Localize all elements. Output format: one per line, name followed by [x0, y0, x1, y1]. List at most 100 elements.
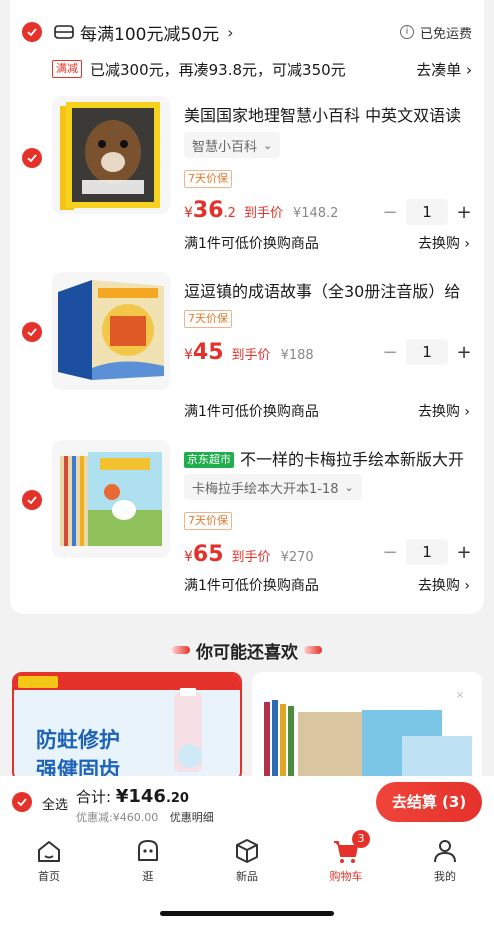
increase-button[interactable]: + [454, 202, 474, 223]
item-checkbox[interactable] [22, 490, 42, 510]
product-title[interactable]: 逗逗镇的成语故事（全30册注音版）给 [184, 278, 476, 302]
explore-icon [138, 840, 158, 861]
tab-profile[interactable]: 我的 [415, 836, 475, 884]
coupon-icon [54, 25, 74, 39]
price-integer: 45 [192, 340, 224, 365]
ad-headline-1: 防蛀修护 [36, 728, 120, 752]
discount-summary: 优惠减:¥460.00 优惠明细 [76, 809, 214, 825]
checkout-button[interactable]: 去结算 (3) [376, 782, 482, 822]
books-ad-image: × [252, 672, 482, 782]
decor-pill-icon [304, 646, 322, 654]
tab-explore[interactable]: 逛 [118, 836, 178, 884]
select-all-checkbox[interactable] [12, 792, 32, 812]
info-icon[interactable]: i [399, 25, 414, 39]
decrease-button[interactable]: − [380, 342, 400, 363]
increase-button[interactable]: + [454, 342, 474, 363]
price-integer: 65 [192, 542, 224, 567]
spec-selector[interactable]: 智慧小百科 ⌄ [184, 132, 281, 158]
price-decimal: .2 [223, 206, 236, 221]
tab-cart[interactable]: 3 购物车 [316, 830, 376, 884]
original-price: ¥270 [280, 550, 314, 565]
check-icon [27, 496, 37, 505]
tab-label: 首页 [38, 870, 60, 883]
exchange-row: 满1件可低价换购商品 去换购 › [184, 232, 470, 254]
promo-link[interactable]: 每满100元减50元 › [54, 20, 234, 45]
product-image[interactable] [52, 440, 170, 558]
tab-label: 购物车 [329, 870, 363, 883]
item-checkbox[interactable] [22, 148, 42, 168]
chevron-down-icon: ⌄ [263, 138, 273, 152]
total-label: 合计: [76, 788, 112, 806]
quantity-stepper: − 1 + [380, 338, 474, 366]
bottom-tab-bar: 首页 逛 新品 3 购物车 我的 [0, 828, 494, 926]
promo-text: 每满100元减50元 [80, 24, 220, 45]
product-title[interactable]: 美国国家地理智慧小百科 中英文双语读 [184, 102, 476, 126]
price-label: 到手价 [231, 348, 271, 363]
total-decimal: .20 [165, 791, 189, 806]
item-checkbox[interactable] [22, 322, 42, 342]
add-on-link[interactable]: 去凑单 › [416, 59, 472, 80]
quantity-input[interactable]: 1 [406, 339, 448, 365]
discount-message: 已减300元，再凑93.8元，可减350元 [90, 60, 346, 79]
price-label: 到手价 [243, 206, 283, 221]
spec-label: 智慧小百科 [192, 139, 258, 155]
currency-symbol: ¥ [184, 205, 193, 221]
spec-label: 卡梅拉手绘本大开本1-18 [192, 481, 339, 497]
recommend-title: 你可能还喜欢 [196, 643, 298, 663]
shipping-status: i 已免运费 [399, 23, 472, 42]
tab-new[interactable]: 新品 [217, 836, 277, 884]
increase-button[interactable]: + [454, 542, 474, 563]
shop-checkbox[interactable] [22, 22, 42, 42]
exchange-link[interactable]: 去换购 › [418, 575, 470, 595]
recommend-card-toothpaste[interactable]: 防蛀修护 强健固齿 [12, 672, 242, 782]
exchange-link[interactable]: 去换购 › [418, 401, 470, 421]
book-cover-image [52, 96, 170, 214]
home-indicator[interactable] [160, 911, 334, 916]
product-image[interactable] [52, 96, 170, 214]
check-icon [27, 154, 37, 163]
cart-card: 每满100元减50元 › i 已免运费 满减 已减300元，再凑93.8元，可减… [10, 0, 484, 614]
quantity-input[interactable]: 1 [406, 199, 448, 225]
exchange-row: 满1件可低价换购商品 去换购 › [184, 574, 470, 596]
price-row: ¥ 36 .2 到手价 ¥148.2 [184, 198, 338, 224]
decor-pill-icon [172, 646, 190, 654]
price-row: ¥ 65 到手价 ¥270 [184, 542, 314, 568]
exchange-text: 满1件可低价换购商品 [184, 578, 319, 594]
select-all-label[interactable]: 全选 [42, 794, 68, 813]
tab-label: 我的 [434, 870, 456, 883]
price-integer: 36 [192, 198, 224, 223]
box-icon [236, 839, 258, 863]
decrease-button[interactable]: − [380, 542, 400, 563]
tab-home[interactable]: 首页 [19, 836, 79, 884]
total-integer: ¥146 [115, 786, 166, 807]
decrease-button[interactable]: − [380, 202, 400, 223]
recommend-heading: 你可能还喜欢 [0, 638, 494, 663]
quantity-stepper: − 1 + [380, 538, 474, 566]
price-row: ¥ 45 到手价 ¥188 [184, 340, 314, 366]
svg-text:×: × [456, 690, 464, 701]
original-price: ¥188 [280, 348, 314, 363]
recommend-card-books[interactable]: × [252, 672, 482, 782]
discount-bar: 满减 已减300元，再凑93.8元，可减350元 去凑单 › [52, 58, 472, 80]
quantity-input[interactable]: 1 [406, 539, 448, 565]
exchange-link[interactable]: 去换购 › [418, 233, 470, 253]
spec-selector[interactable]: 卡梅拉手绘本大开本1-18 ⌄ [184, 474, 362, 500]
user-icon [434, 840, 456, 863]
book-box-image [52, 272, 170, 390]
price-protect-badge: 7天价保 [184, 512, 232, 530]
product-image[interactable] [52, 272, 170, 390]
price-protect-badge: 7天价保 [184, 170, 232, 188]
price-label: 到手价 [231, 550, 271, 565]
total-amount: 合计: ¥146.20 [76, 786, 189, 807]
discount-detail-link[interactable]: 优惠明细 [170, 811, 214, 824]
chevron-right-icon: › [227, 22, 234, 42]
shop-header: 每满100元减50元 › i 已免运费 [22, 20, 472, 45]
checkout-bar: 全选 合计: ¥146.20 优惠减:¥460.00 优惠明细 去结算 (3) [0, 776, 494, 828]
tab-label: 新品 [236, 870, 258, 883]
currency-symbol: ¥ [184, 549, 193, 565]
discount-tag: 满减 [52, 60, 82, 78]
quantity-stepper: − 1 + [380, 198, 474, 226]
shipping-label: 已免运费 [419, 26, 472, 42]
book-set-image [52, 440, 170, 558]
product-title[interactable]: 京东超市 不一样的卡梅拉手绘本新版大开 [184, 446, 476, 470]
